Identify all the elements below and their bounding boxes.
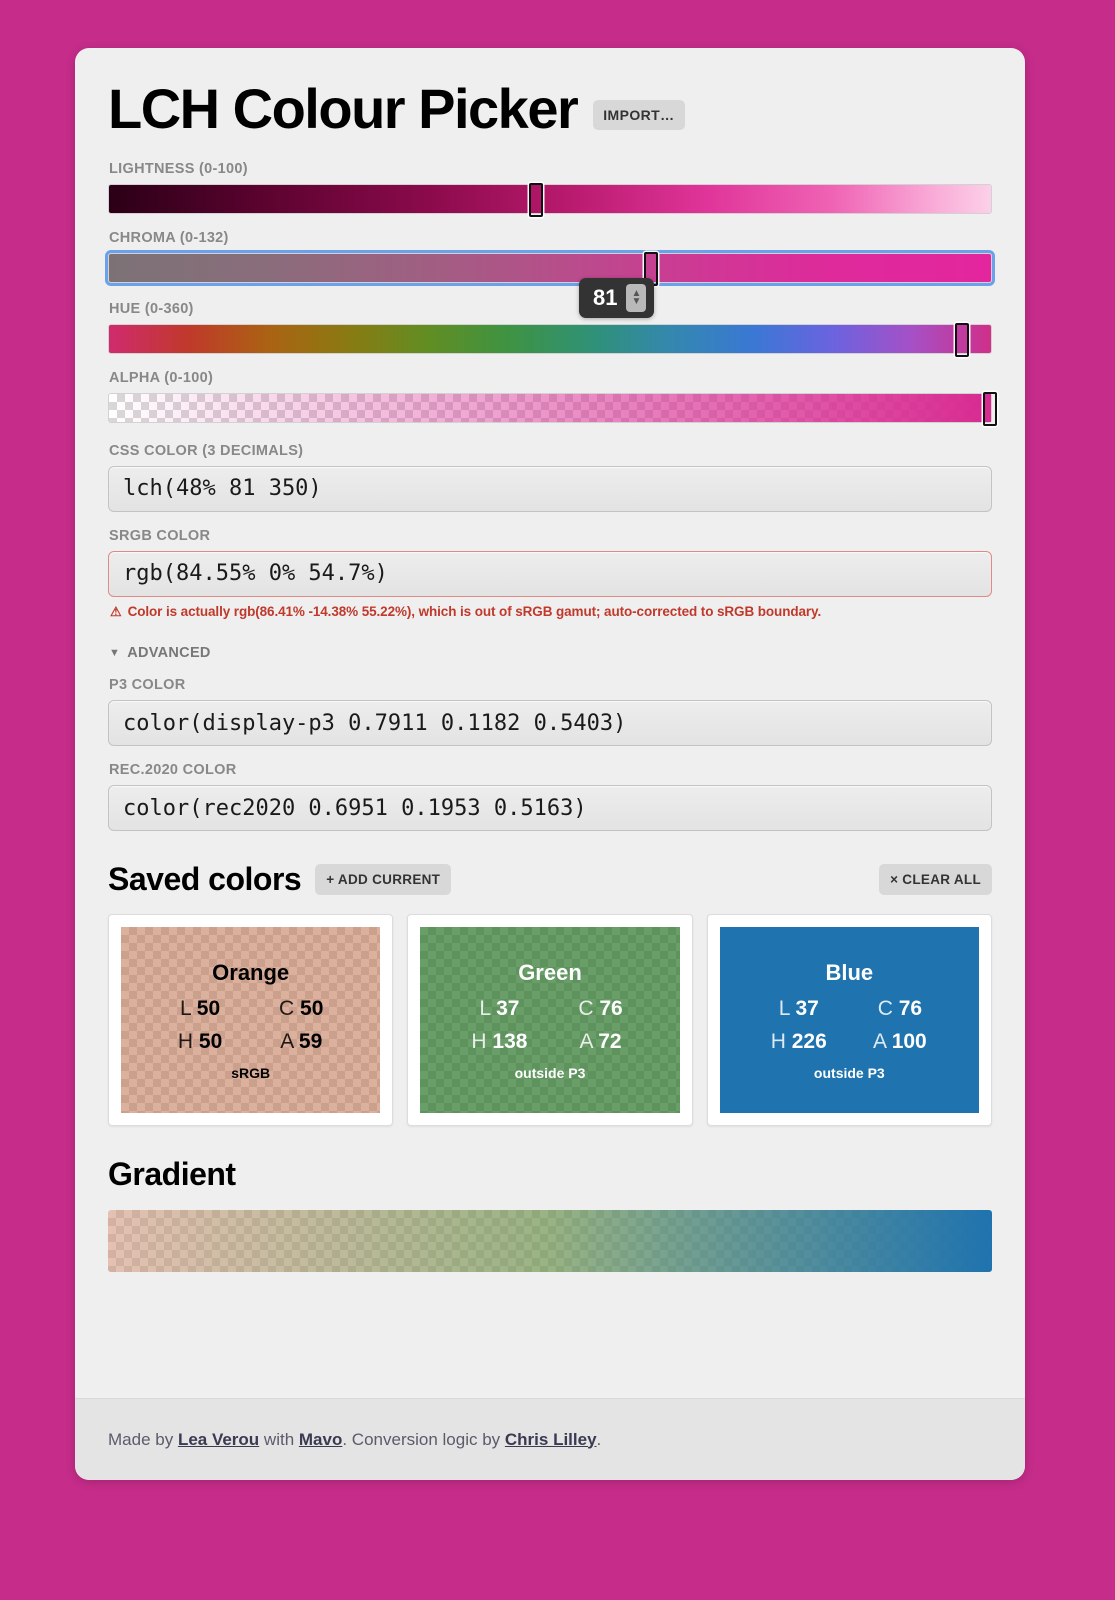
slider-block-hue: HUE (0-360) <box>108 300 992 357</box>
footer-text: Made by Lea Verou with Mavo. Conversion … <box>108 1429 602 1449</box>
swatch-c: C 76 <box>877 996 923 1020</box>
footer: Made by Lea Verou with Mavo. Conversion … <box>75 1398 1025 1480</box>
stepper-down-icon[interactable]: ▼ <box>632 297 642 307</box>
app-header: LCH Colour Picker IMPORT… <box>108 77 992 140</box>
gamut-warning-text: Color is actually rgb(86.41% -14.38% 55.… <box>127 603 822 619</box>
slider-block-chroma: CHROMA (0-132) <box>105 229 995 286</box>
chroma-label: CHROMA (0-132) <box>109 229 229 246</box>
css-color-block: CSS COLOR (3 DECIMALS) <box>108 443 992 512</box>
saved-color-card[interactable]: Orange L 50 C 50 H 50 A 59 sRGB <box>108 914 394 1127</box>
lightness-track <box>109 184 991 213</box>
import-button[interactable]: IMPORT… <box>593 100 685 130</box>
swatch-l: L 37 <box>778 996 819 1020</box>
clear-all-button[interactable]: × CLEAR ALL <box>879 864 992 896</box>
swatch-l: L 50 <box>180 996 221 1020</box>
alpha-track <box>109 393 991 422</box>
hue-slider[interactable] <box>108 322 992 357</box>
swatch-gamut-note: outside P3 <box>514 1064 586 1081</box>
chevron-down-icon: ▼ <box>109 647 121 660</box>
saved-color-card[interactable]: Blue L 37 C 76 H 226 A 100 outside P3 <box>706 914 992 1127</box>
swatch-gamut-note: sRGB <box>231 1064 271 1081</box>
gradient-title: Gradient <box>108 1156 236 1193</box>
swatch-name: Blue <box>825 959 874 985</box>
css-color-label: CSS COLOR (3 DECIMALS) <box>109 442 304 459</box>
alpha-slider[interactable] <box>108 391 997 426</box>
add-current-button[interactable]: + ADD CURRENT <box>315 864 452 896</box>
hue-thumb[interactable] <box>955 322 969 357</box>
saved-color-swatch[interactable]: Orange L 50 C 50 H 50 A 59 sRGB <box>121 927 381 1114</box>
swatch-h: H 226 <box>770 1029 827 1053</box>
app-window: LCH Colour Picker IMPORT… LIGHTNESS (0-1… <box>75 48 1025 1480</box>
alpha-thumb[interactable] <box>983 391 997 426</box>
rec2020-color-input[interactable] <box>108 785 992 832</box>
page-title: LCH Colour Picker <box>108 77 579 140</box>
advanced-toggle-label: ADVANCED <box>127 645 211 662</box>
swatch-name: Green <box>518 959 582 985</box>
css-color-input[interactable] <box>108 465 992 512</box>
chroma-value-tooltip[interactable]: 81 ▲ ▼ <box>579 278 655 318</box>
lightness-label: LIGHTNESS (0-100) <box>109 160 248 177</box>
slider-block-alpha: ALPHA (0-100) <box>108 369 997 426</box>
gradient-fill <box>108 1210 992 1273</box>
rec2020-color-label: REC.2020 COLOR <box>109 762 237 779</box>
p3-color-label: P3 COLOR <box>109 677 186 694</box>
srgb-color-input[interactable] <box>108 550 992 597</box>
mavo-link[interactable]: Mavo <box>299 1430 342 1449</box>
swatch-a: A 59 <box>280 1029 323 1053</box>
swatch-a: A 100 <box>873 1029 927 1053</box>
swatch-h: H 50 <box>177 1029 223 1053</box>
chroma-tooltip-value: 81 <box>593 285 618 310</box>
swatch-gamut-note: outside P3 <box>813 1064 885 1081</box>
swatch-name: Orange <box>212 959 290 985</box>
lightness-slider[interactable] <box>108 182 992 217</box>
swatch-c: C 50 <box>279 996 324 1020</box>
advanced-toggle[interactable]: ▼ ADVANCED <box>109 645 211 661</box>
chroma-track <box>109 253 991 282</box>
swatch-a: A 72 <box>579 1029 622 1053</box>
saved-colors-header: Saved colors + ADD CURRENT × CLEAR ALL <box>108 861 992 898</box>
saved-color-swatch[interactable]: Blue L 37 C 76 H 226 A 100 outside P3 <box>719 927 979 1114</box>
rec2020-color-block: REC.2020 COLOR <box>108 762 992 832</box>
p3-color-block: P3 COLOR <box>108 677 992 747</box>
author-link[interactable]: Lea Verou <box>178 1430 259 1449</box>
alpha-label: ALPHA (0-100) <box>109 369 214 386</box>
saved-color-card[interactable]: Green L 37 C 76 H 138 A 72 outside P3 <box>407 914 693 1127</box>
srgb-color-label: sRGB COLOR <box>109 527 211 544</box>
swatch-h: H 138 <box>471 1029 528 1053</box>
chroma-slider[interactable] <box>105 249 995 286</box>
lightness-thumb[interactable] <box>529 182 543 217</box>
p3-color-input[interactable] <box>108 700 992 747</box>
swatch-l: L 37 <box>479 996 520 1020</box>
saved-color-swatch[interactable]: Green L 37 C 76 H 138 A 72 outside P3 <box>420 927 680 1114</box>
logic-author-link[interactable]: Chris Lilley <box>505 1430 597 1449</box>
warning-triangle-icon: ⚠ <box>110 603 122 619</box>
slider-block-lightness: LIGHTNESS (0-100) <box>108 160 992 217</box>
saved-colors-title: Saved colors <box>108 861 302 898</box>
chroma-stepper[interactable]: ▲ ▼ <box>626 284 647 312</box>
hue-track <box>109 324 991 353</box>
gradient-preview <box>108 1210 992 1273</box>
hue-label: HUE (0-360) <box>109 300 194 317</box>
swatch-c: C 76 <box>578 996 623 1020</box>
saved-colors-list: Orange L 50 C 50 H 50 A 59 sRGB Green L … <box>108 914 992 1127</box>
srgb-color-block: sRGB COLOR ⚠ Color is actually rgb(86.41… <box>108 528 992 620</box>
app-content: LCH Colour Picker IMPORT… LIGHTNESS (0-1… <box>75 48 1025 1273</box>
gamut-warning: ⚠ Color is actually rgb(86.41% -14.38% 5… <box>110 604 992 620</box>
